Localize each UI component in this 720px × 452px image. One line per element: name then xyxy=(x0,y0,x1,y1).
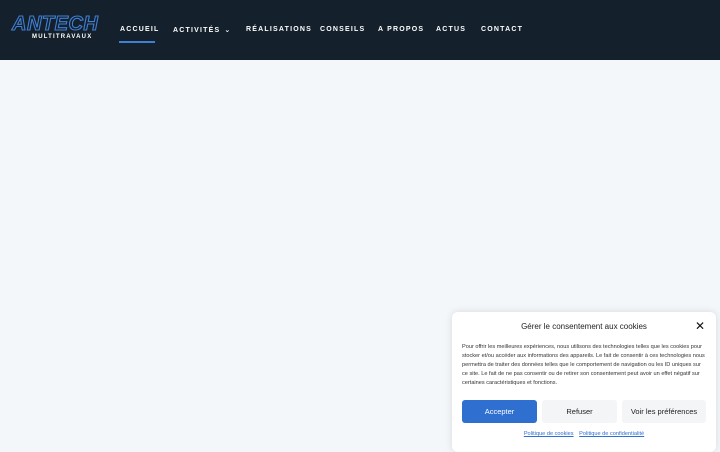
nav-item-label: A PROPOS xyxy=(378,26,425,33)
close-icon[interactable]: ✕ xyxy=(694,319,706,333)
active-nav-indicator xyxy=(119,41,155,43)
nav-item-accueil[interactable]: ACCUEIL xyxy=(119,26,160,43)
logo-wordmark: ANTECH xyxy=(11,13,99,35)
nav-item-conseils[interactable]: CONSEILS xyxy=(320,26,365,33)
nav-item-activites[interactable]: ACTIVITÉS ⌄ xyxy=(173,26,230,34)
logo-tagline: MULTITRAVAUX xyxy=(32,34,93,40)
nav-item-label: RÉALISATIONS xyxy=(246,26,312,33)
nav-item-realisations[interactable]: RÉALISATIONS xyxy=(246,26,312,33)
nav-item-label: ACTUS xyxy=(436,26,467,33)
cookie-policy-link[interactable]: Politique de cookies xyxy=(524,431,574,437)
refuse-button[interactable]: Refuser xyxy=(542,400,617,423)
logo[interactable]: ANTECH MULTITRAVAUX xyxy=(11,13,112,44)
nav-item-a-propos[interactable]: A PROPOS xyxy=(378,26,424,33)
site-header: ANTECH MULTITRAVAUX ACCUEIL ACTIVITÉS ⌄ R… xyxy=(0,0,720,60)
nav-item-actus[interactable]: ACTUS xyxy=(436,26,466,33)
view-preferences-button[interactable]: Voir les préférences xyxy=(622,400,706,423)
privacy-policy-link[interactable]: Politique de confidentialité xyxy=(579,431,644,437)
nav-item-label: CONSEILS xyxy=(320,26,366,33)
cookie-description: Pour offrir les meilleures expériences, … xyxy=(462,344,705,386)
cookie-consent-dialog: Gérer le consentement aux cookies ✕ Pour… xyxy=(452,312,716,452)
nav-item-label: ACCUEIL xyxy=(120,26,160,33)
chevron-down-icon[interactable]: ⌄ xyxy=(224,27,230,34)
nav-item-label: CONTACT xyxy=(481,26,524,33)
nav-item-label: ACTIVITÉS xyxy=(173,27,221,34)
cookie-links: Politique de cookies Politique de confid… xyxy=(452,431,716,437)
nav-item-contact[interactable]: CONTACT xyxy=(481,26,523,33)
cookie-dialog-title: Gérer le consentement aux cookies xyxy=(521,322,647,331)
accept-button[interactable]: Accepter xyxy=(462,400,537,423)
